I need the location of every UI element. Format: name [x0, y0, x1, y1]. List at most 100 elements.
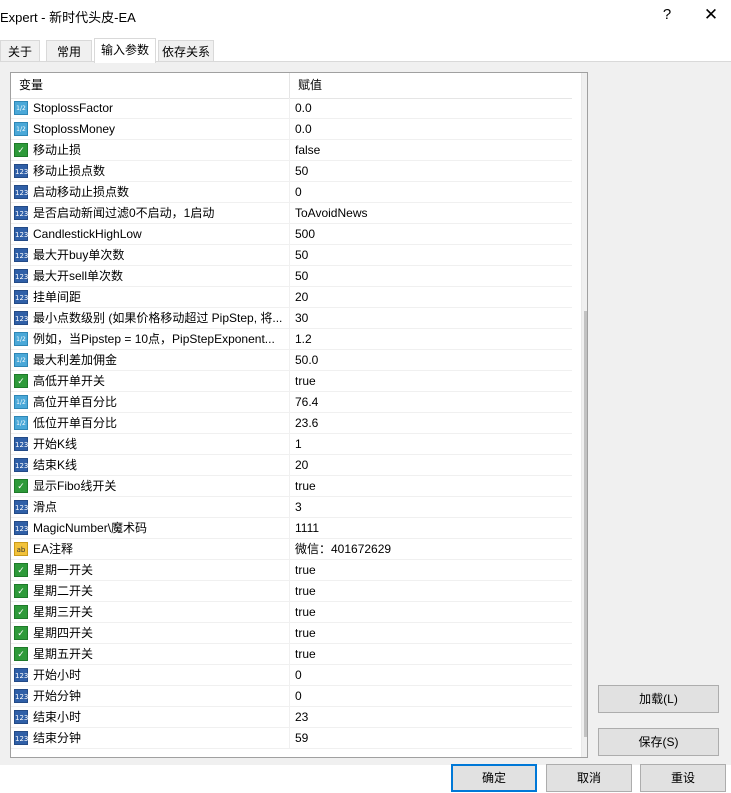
- close-button[interactable]: ✕: [699, 4, 723, 26]
- cell-divider: [289, 413, 290, 434]
- parameter-value[interactable]: true: [295, 644, 316, 665]
- cell-divider: [289, 686, 290, 707]
- parameter-row[interactable]: 123 移动止损点数 50: [11, 161, 572, 182]
- parameter-value[interactable]: 3: [295, 497, 302, 518]
- tab-dependencies[interactable]: 依存关系: [158, 40, 214, 62]
- parameter-value[interactable]: 50: [295, 245, 308, 266]
- scroll-up-arrow-icon[interactable]: ▲: [582, 73, 587, 90]
- parameter-row[interactable]: 123 滑点 3: [11, 497, 572, 518]
- cell-divider: [289, 434, 290, 455]
- parameter-value[interactable]: false: [295, 140, 320, 161]
- parameter-value[interactable]: 1111: [295, 518, 319, 539]
- cell-divider: [289, 350, 290, 371]
- parameter-row[interactable]: 1/2 StoplossMoney 0.0: [11, 119, 572, 140]
- parameter-value[interactable]: 0.0: [295, 119, 312, 140]
- parameter-row[interactable]: 123 最大开sell单次数 50: [11, 266, 572, 287]
- integer-type-icon: 123: [14, 206, 28, 220]
- parameter-row[interactable]: ✓ 移动止损 false: [11, 140, 572, 161]
- parameter-row[interactable]: 123 开始K线 1: [11, 434, 572, 455]
- ok-button[interactable]: 确定: [451, 764, 537, 792]
- parameter-value[interactable]: 50: [295, 161, 308, 182]
- integer-type-icon: 123: [14, 311, 28, 325]
- parameter-value[interactable]: true: [295, 560, 316, 581]
- parameter-row[interactable]: 1/2 高位开单百分比 76.4: [11, 392, 572, 413]
- cell-divider: [289, 623, 290, 644]
- parameter-value[interactable]: 20: [295, 455, 308, 476]
- cell-divider: [289, 245, 290, 266]
- grid-rows: 1/2 StoplossFactor 0.0 1/2 StoplossMoney 0.0 ✓…: [11, 98, 572, 749]
- parameter-row[interactable]: 123 最大开buy单次数 50: [11, 245, 572, 266]
- integer-type-icon: 123: [14, 689, 28, 703]
- parameter-value[interactable]: true: [295, 581, 316, 602]
- parameter-row[interactable]: ab EA注释 微信：401672629: [11, 539, 572, 560]
- boolean-type-icon: ✓: [14, 647, 28, 661]
- cell-divider: [289, 266, 290, 287]
- parameter-row[interactable]: ✓ 星期一开关 true: [11, 560, 572, 581]
- parameter-row[interactable]: ✓ 星期五开关 true: [11, 644, 572, 665]
- parameter-value[interactable]: true: [295, 602, 316, 623]
- parameter-row[interactable]: 123 CandlestickHighLow 500: [11, 224, 572, 245]
- parameter-value[interactable]: 30: [295, 308, 308, 329]
- parameter-row[interactable]: ✓ 星期二开关 true: [11, 581, 572, 602]
- integer-type-icon: 123: [14, 500, 28, 514]
- parameter-row[interactable]: 123 开始分钟 0: [11, 686, 572, 707]
- column-header-variable[interactable]: 变量: [11, 73, 289, 98]
- parameter-row[interactable]: 123 最小点数级别 (如果价格移动超过 PipStep, 将... 30: [11, 308, 572, 329]
- tab-about[interactable]: 关于: [0, 40, 40, 62]
- parameter-row[interactable]: ✓ 显示Fibo线开关 true: [11, 476, 572, 497]
- parameter-value[interactable]: true: [295, 476, 316, 497]
- tab-common[interactable]: 常用: [46, 40, 92, 62]
- parameter-value[interactable]: 50.0: [295, 350, 318, 371]
- parameter-value[interactable]: 0.0: [295, 98, 312, 119]
- boolean-type-icon: ✓: [14, 584, 28, 598]
- parameter-value[interactable]: 76.4: [295, 392, 318, 413]
- parameter-row[interactable]: 123 结束分钟 59: [11, 728, 572, 749]
- parameter-value[interactable]: 微信：401672629: [295, 539, 391, 560]
- parameter-row[interactable]: ✓ 高低开单开关 true: [11, 371, 572, 392]
- parameter-value[interactable]: 500: [295, 224, 315, 245]
- parameter-value[interactable]: 0: [295, 182, 302, 203]
- scroll-thumb[interactable]: [584, 311, 587, 737]
- tab-inputs[interactable]: 输入参数: [94, 38, 156, 63]
- cancel-button[interactable]: 取消: [546, 764, 632, 792]
- parameter-value[interactable]: true: [295, 371, 316, 392]
- parameter-row[interactable]: 123 开始小时 0: [11, 665, 572, 686]
- parameter-value[interactable]: 0: [295, 686, 302, 707]
- parameter-value[interactable]: true: [295, 623, 316, 644]
- load-button[interactable]: 加载(L): [598, 685, 719, 713]
- parameter-row[interactable]: 1/2 最大利差加佣金 50.0: [11, 350, 572, 371]
- parameter-value[interactable]: 23: [295, 707, 308, 728]
- save-button[interactable]: 保存(S): [598, 728, 719, 756]
- parameter-name: EA注释: [33, 542, 74, 556]
- parameter-row[interactable]: 123 挂单间距 20: [11, 287, 572, 308]
- parameter-row[interactable]: 123 结束小时 23: [11, 707, 572, 728]
- cell-divider: [289, 119, 290, 140]
- parameter-value[interactable]: ToAvoidNews: [295, 203, 367, 224]
- parameter-value[interactable]: 59: [295, 728, 308, 749]
- parameter-row[interactable]: 1/2 例如，当Pipstep = 10点，PipStepExponent... 1…: [11, 329, 572, 350]
- parameter-row[interactable]: 123 是否启动新闻过滤0不启动，1启动 ToAvoidNews: [11, 203, 572, 224]
- parameter-value[interactable]: 50: [295, 266, 308, 287]
- scroll-down-arrow-icon[interactable]: ▼: [582, 740, 587, 757]
- parameter-row[interactable]: ✓ 星期三开关 true: [11, 602, 572, 623]
- parameter-row[interactable]: 123 启动移动止损点数 0: [11, 182, 572, 203]
- parameter-name: 例如，当Pipstep = 10点，PipStepExponent...: [33, 332, 275, 346]
- column-header-value[interactable]: 赋值: [290, 73, 568, 98]
- help-button[interactable]: ?: [655, 4, 679, 26]
- parameter-value[interactable]: 0: [295, 665, 302, 686]
- parameter-value[interactable]: 1: [295, 434, 302, 455]
- parameter-row[interactable]: 123 MagicNumber\魔术码 1111: [11, 518, 572, 539]
- parameter-row[interactable]: ✓ 星期四开关 true: [11, 623, 572, 644]
- parameter-row[interactable]: 1/2 低位开单百分比 23.6: [11, 413, 572, 434]
- parameter-name: 开始小时: [33, 668, 82, 682]
- parameter-value[interactable]: 23.6: [295, 413, 318, 434]
- integer-type-icon: 123: [14, 269, 28, 283]
- parameter-value[interactable]: 1.2: [295, 329, 312, 350]
- parameter-value[interactable]: 20: [295, 287, 308, 308]
- parameter-row[interactable]: 123 结束K线 20: [11, 455, 572, 476]
- reset-button[interactable]: 重设: [640, 764, 726, 792]
- parameter-name: 是否启动新闻过滤0不启动，1启动: [33, 206, 215, 220]
- double-type-icon: 1/2: [14, 395, 28, 409]
- parameter-row[interactable]: 1/2 StoplossFactor 0.0: [11, 98, 572, 119]
- vertical-scrollbar[interactable]: ▲ ▼: [581, 73, 587, 757]
